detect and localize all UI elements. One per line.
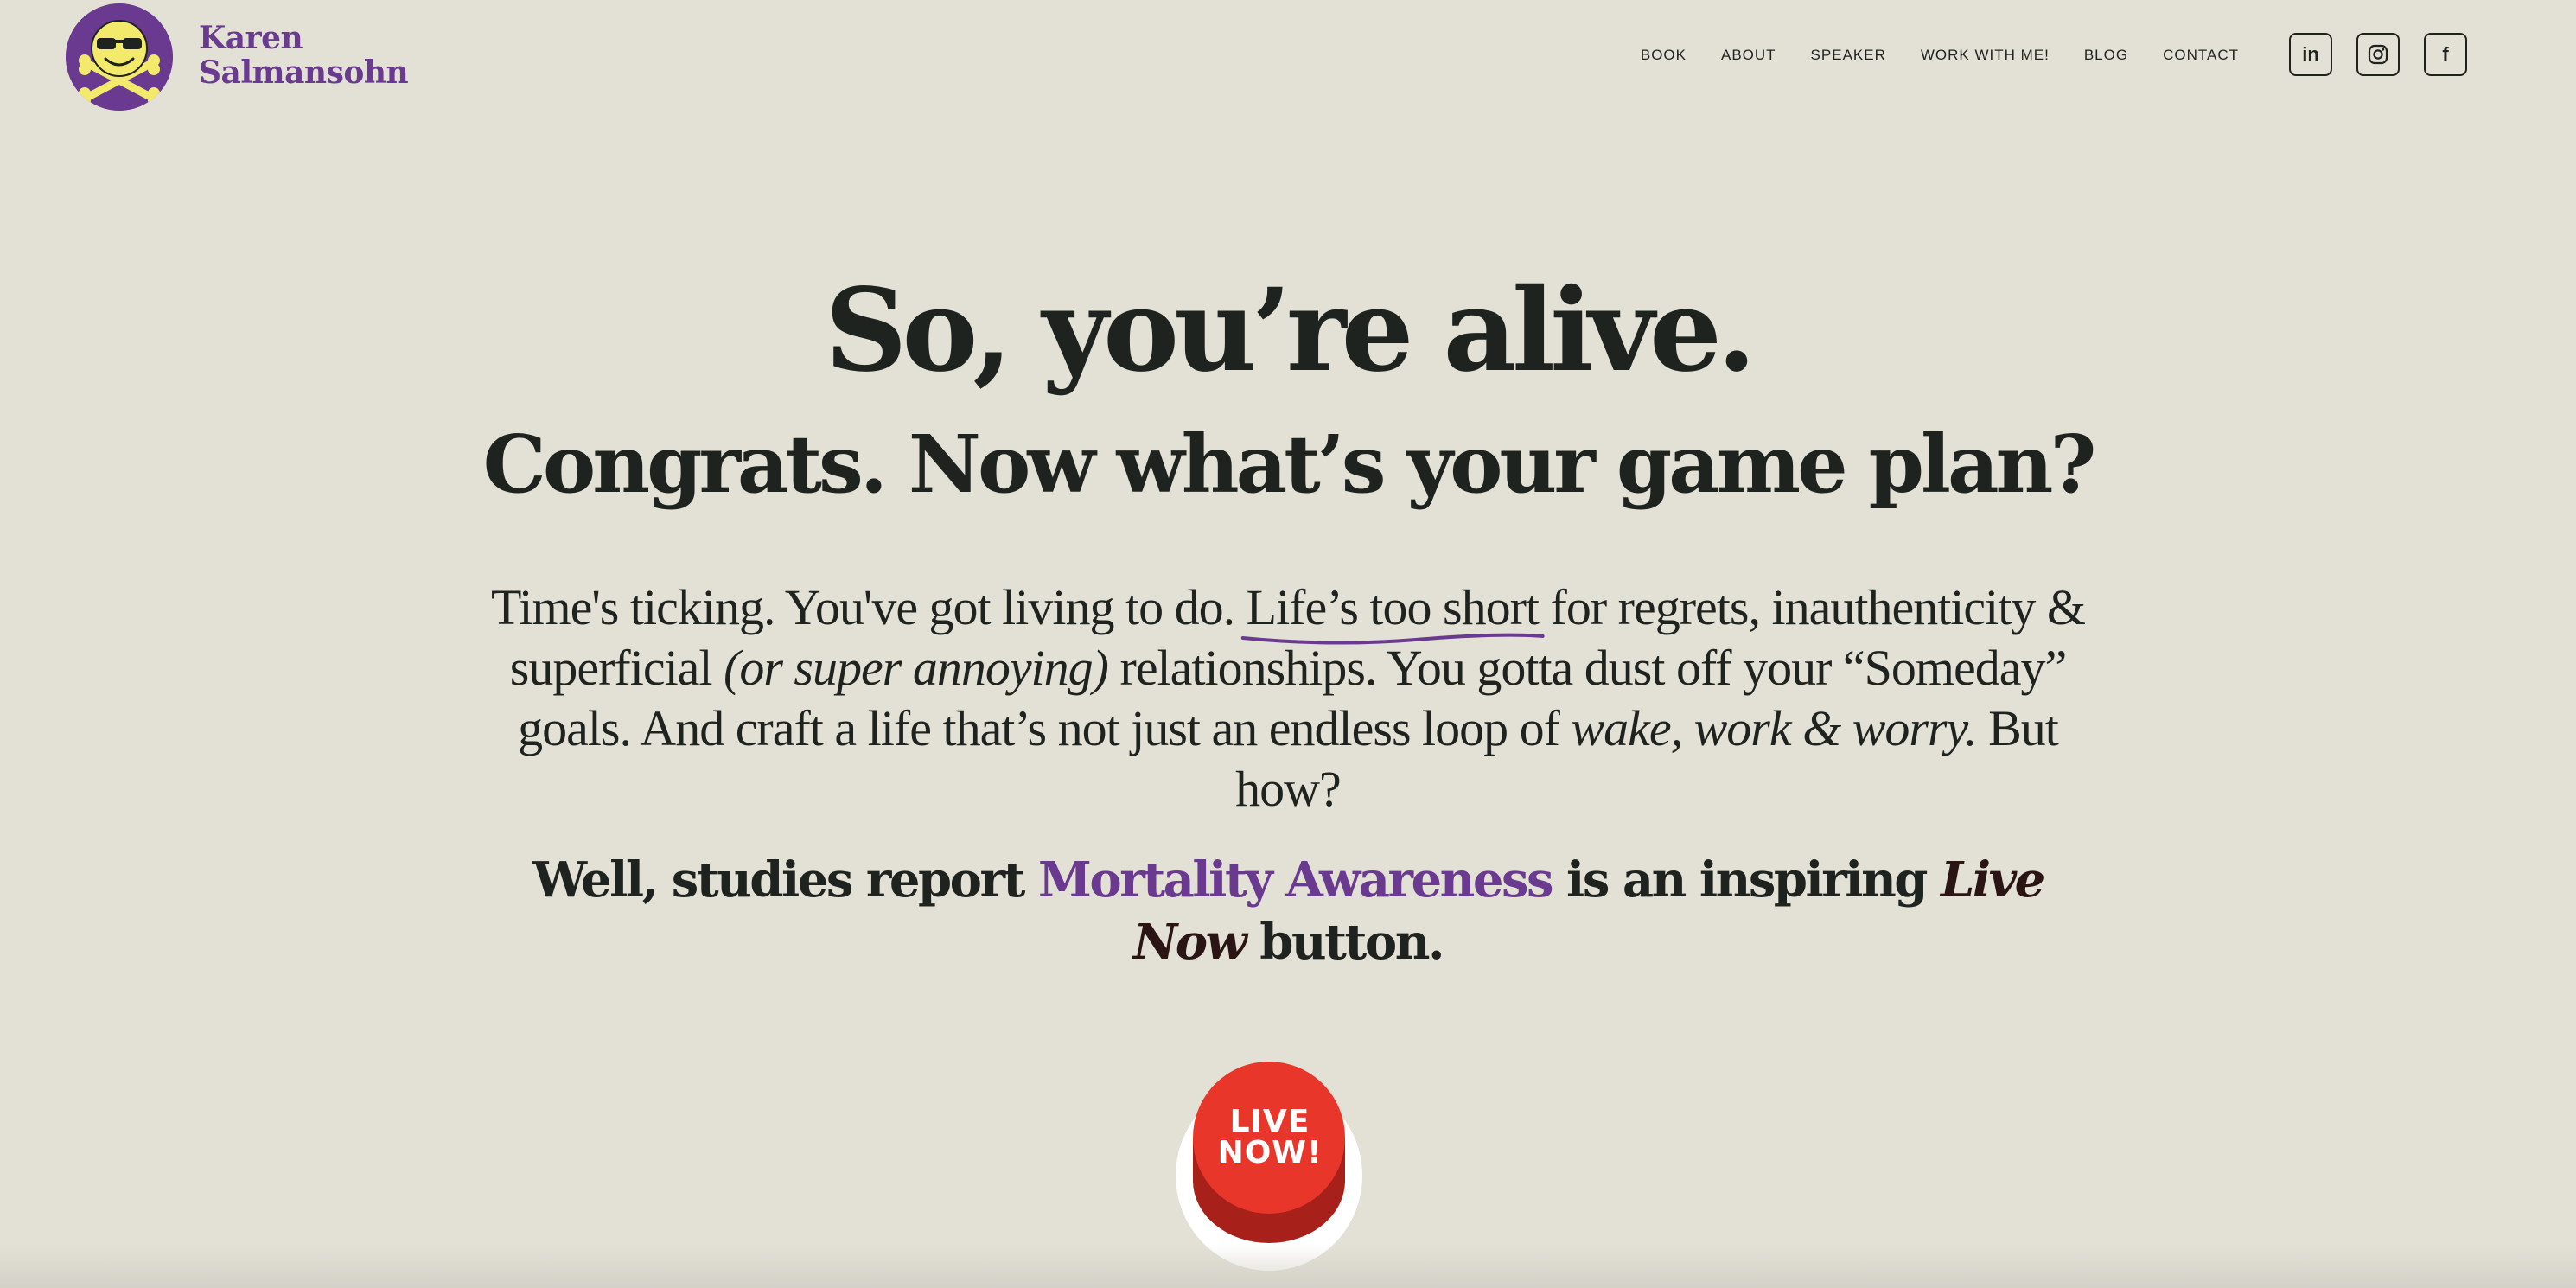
nav-item-speaker[interactable]: SPEAKER — [1811, 47, 1886, 64]
callout-accent: Mortality Awareness — [1037, 851, 1554, 909]
live-now-line2: NOW! — [1217, 1135, 1323, 1170]
nav-item-blog[interactable]: BLOG — [2084, 47, 2128, 64]
intro-italic-2: wake, work & worry. — [1571, 700, 1977, 756]
linkedin-label: in — [2302, 43, 2319, 65]
intro-underlined-phrase: Life’s too short — [1240, 577, 1545, 645]
bottom-fade — [0, 1245, 2576, 1288]
brand-name[interactable]: Karen Salmansohn — [199, 21, 424, 90]
intro-underlined-text: Life’s too short — [1246, 579, 1540, 635]
nav-item-book[interactable]: BOOK — [1641, 47, 1687, 64]
brand-name-first: Karen — [199, 20, 303, 56]
facebook-icon[interactable]: f — [2424, 33, 2467, 76]
callout-text-3: button. — [1245, 914, 1444, 971]
site-header: Karen Salmansohn BOOK ABOUT SPEAKER WORK… — [0, 0, 2576, 114]
intro-italic-1: (or super annoying) — [724, 640, 1109, 696]
callout-text-1: Well, studies report — [532, 851, 1038, 909]
instagram-icon[interactable] — [2356, 33, 2400, 76]
hero-headline: So, you’re alive. — [825, 264, 1757, 398]
social-links: in f — [2289, 33, 2491, 76]
logo-skull-icon[interactable] — [66, 3, 173, 111]
live-now-line1: LIVE — [1229, 1104, 1310, 1139]
linkedin-icon[interactable]: in — [2289, 33, 2332, 76]
hero-callout: Well, studies report Mortality Awareness… — [484, 849, 2092, 973]
hero-intro-paragraph: Time's ticking. You've got living to do.… — [484, 577, 2092, 819]
nav-item-contact[interactable]: CONTACT — [2163, 47, 2239, 64]
nav-item-about[interactable]: ABOUT — [1721, 47, 1776, 64]
main-nav: BOOK ABOUT SPEAKER WORK WITH ME! BLOG CO… — [1606, 47, 2239, 64]
facebook-label: f — [2442, 43, 2449, 65]
brand-name-last: Salmansohn — [199, 54, 409, 91]
intro-text-1: Time's ticking. You've got living to do. — [490, 579, 1247, 635]
live-now-label: LIVE NOW! — [1194, 1106, 1346, 1169]
underline-swoosh — [1240, 633, 1545, 645]
callout-text-2: is an inspiring — [1552, 851, 1941, 909]
hero-subheadline: Congrats. Now what’s your game plan? — [482, 418, 2097, 511]
nav-item-work-with-me[interactable]: WORK WITH ME! — [1921, 47, 2050, 64]
